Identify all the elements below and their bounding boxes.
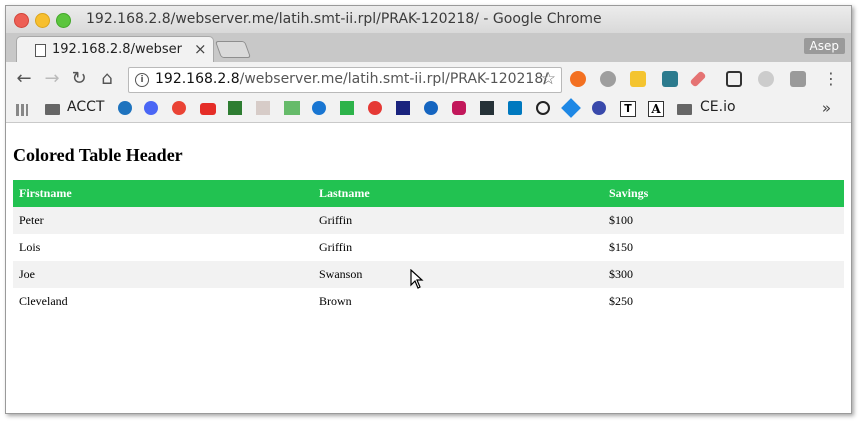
forward-icon[interactable]: → [42,68,62,90]
bookmark-icon[interactable] [228,101,242,115]
bookmark-icon[interactable] [561,98,581,118]
toolbar: ← → ↻ ⌂ i 192.168.2.8/webserver.me/latih… [6,62,851,96]
extension-icon[interactable] [726,71,742,87]
close-window-button[interactable] [14,13,29,28]
table-cell: $250 [603,288,844,315]
bookmarks-bar: ACCT T A CE.io » [6,96,851,123]
bookmark-icon[interactable] [592,101,606,115]
apps-icon[interactable] [16,104,28,116]
table-header-row: Firstname Lastname Savings [13,180,844,207]
browser-window: 192.168.2.8/webserver.me/latih.smt-ii.rp… [5,5,852,414]
table-cell: Cleveland [13,288,313,315]
extension-icon[interactable] [662,71,678,87]
bookmark-icon[interactable] [480,101,494,115]
table-cell: $300 [603,261,844,288]
table-cell: Peter [13,207,313,234]
home-icon[interactable]: ⌂ [97,68,117,90]
table-cell: Swanson [313,261,603,288]
tab-title: 192.168.2.8/webser [52,42,182,57]
youtube-icon[interactable] [200,103,216,115]
trello-icon[interactable] [508,101,522,115]
bookmark-acct[interactable]: ACCT [67,99,104,115]
table-cell: Brown [313,288,603,315]
column-header: Lastname [313,180,603,207]
table-row: Joe Swanson $300 [13,261,844,288]
extension-icon[interactable] [758,71,774,87]
bookmark-icon[interactable] [536,101,550,115]
table-cell: $150 [603,234,844,261]
bookmark-icon[interactable] [396,101,410,115]
browser-tab[interactable]: 192.168.2.8/webser × [16,36,214,63]
savings-table: Firstname Lastname Savings Peter Griffin… [13,180,844,315]
window-title: 192.168.2.8/webserver.me/latih.smt-ii.rp… [86,11,602,27]
bookmark-icon[interactable] [118,101,132,115]
page-heading: Colored Table Header [13,145,183,165]
table-row: Peter Griffin $100 [13,207,844,234]
page-icon [35,44,46,57]
table-cell: Griffin [313,207,603,234]
bookmark-icon[interactable] [284,101,300,115]
extension-icon[interactable] [600,71,616,87]
bookmark-star-icon[interactable]: ☆ [541,69,556,89]
new-tab-button[interactable] [214,41,252,58]
extension-icon[interactable] [689,70,707,88]
camera-icon[interactable] [790,71,806,87]
extension-icon[interactable] [630,71,646,87]
url-host: 192.168.2.8 [155,71,240,87]
maximize-window-button[interactable] [56,13,71,28]
tab-strip: 192.168.2.8/webser × Asep [6,33,851,63]
table-row: Lois Griffin $150 [13,234,844,261]
column-header: Firstname [13,180,313,207]
page-content: Colored Table Header Firstname Lastname … [6,123,851,413]
table-row: Cleveland Brown $250 [13,288,844,315]
bookmark-icon[interactable] [340,101,354,115]
url-text[interactable]: 192.168.2.8/webserver.me/latih.smt-ii.rp… [155,71,548,87]
bookmark-ce-io[interactable]: CE.io [700,99,736,115]
table-cell: Griffin [313,234,603,261]
extension-icon[interactable] [570,71,586,87]
mouse-pointer-icon [410,269,424,289]
table-cell: $100 [603,207,844,234]
bookmark-icon[interactable] [172,101,186,115]
instagram-icon[interactable] [452,101,466,115]
bookmark-icon[interactable] [144,101,158,115]
bookmark-icon[interactable] [368,101,382,115]
table-cell: Lois [13,234,313,261]
bookmark-icon[interactable] [256,101,270,115]
folder-icon[interactable] [45,104,60,115]
bookmark-icon[interactable] [312,101,326,115]
reload-icon[interactable]: ↻ [69,68,89,90]
column-header: Savings [603,180,844,207]
bookmark-icon[interactable] [424,101,438,115]
tab-close-icon[interactable]: × [194,40,207,58]
profile-button[interactable]: Asep [803,38,845,54]
bookmark-icon[interactable]: T [620,101,636,117]
folder-icon[interactable] [677,104,692,115]
minimize-window-button[interactable] [35,13,50,28]
title-bar: 192.168.2.8/webserver.me/latih.smt-ii.rp… [6,6,851,33]
back-icon[interactable]: ← [14,68,34,90]
address-bar[interactable]: i 192.168.2.8/webserver.me/latih.smt-ii.… [128,67,562,93]
bookmarks-overflow-icon[interactable]: » [822,99,831,117]
url-path: /webserver.me/latih.smt-ii.rpl/PRAK-1202… [239,71,548,87]
info-icon[interactable]: i [135,73,149,87]
menu-icon[interactable]: ⋮ [823,69,839,88]
bookmark-icon[interactable]: A [648,101,664,117]
table-cell: Joe [13,261,313,288]
